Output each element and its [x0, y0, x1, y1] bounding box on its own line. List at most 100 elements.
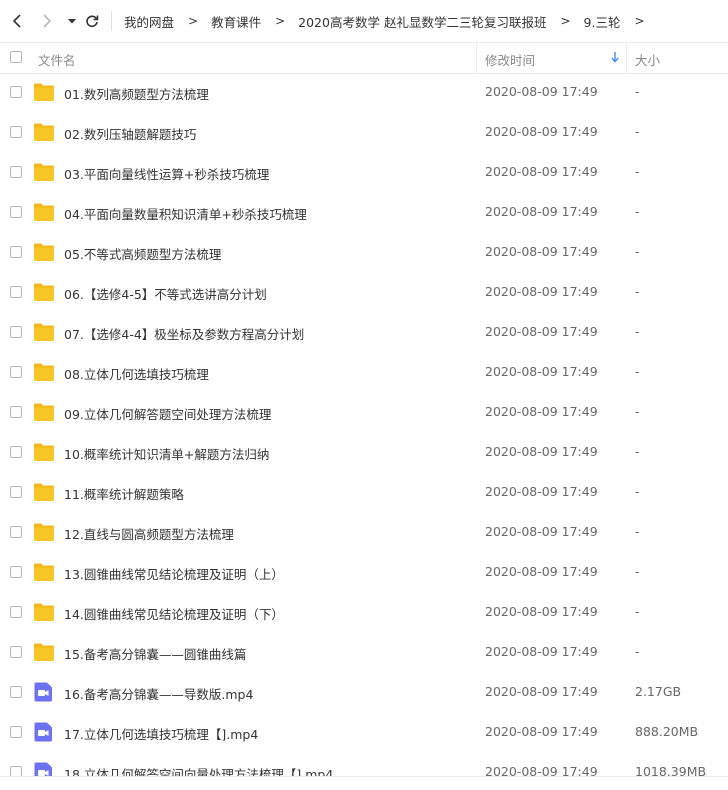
table-row[interactable]: 13.圆锥曲线常见结论梳理及证明（上） 2020-08-09 17:49 -	[0, 552, 728, 592]
table-row[interactable]: 08.立体几何选填技巧梳理 2020-08-09 17:49 -	[0, 352, 728, 392]
breadcrumb: 我的网盘 > 教育课件 >2020高考数学 赵礼显数学二三轮复习联报班 >9.三轮 >	[124, 0, 658, 42]
modified-date: 2020-08-09 17:49	[485, 204, 598, 219]
row-checkbox[interactable]	[10, 646, 22, 658]
table-row[interactable]: 03.平面向量线性运算+秒杀技巧梳理 2020-08-09 17:49 -	[0, 152, 728, 192]
table-row[interactable]: 16.备考高分锦囊——导数版.mp4 2020-08-09 17:49 2.17GB	[0, 672, 728, 712]
file-name[interactable]: 12.直线与圆高频题型方法梳理	[64, 524, 234, 543]
sort-down-arrow-icon[interactable]	[611, 52, 619, 63]
table-row[interactable]: 11.概率统计解题策略 2020-08-09 17:49 -	[0, 472, 728, 512]
file-name[interactable]: 15.备考高分锦囊——圆锥曲线篇	[64, 644, 246, 663]
row-checkbox[interactable]	[10, 446, 22, 458]
file-size: -	[635, 444, 640, 459]
row-checkbox[interactable]	[10, 486, 22, 498]
refresh-button[interactable]	[82, 11, 102, 31]
file-size: -	[635, 84, 640, 99]
row-checkbox[interactable]	[10, 166, 22, 178]
file-name[interactable]: 10.概率统计知识清单+解题方法归纳	[64, 444, 269, 463]
file-size: -	[635, 284, 640, 299]
table-row[interactable]: 12.直线与圆高频题型方法梳理 2020-08-09 17:49 -	[0, 512, 728, 552]
row-checkbox[interactable]	[10, 286, 22, 298]
breadcrumb-item[interactable]: 我的网盘	[124, 12, 174, 31]
breadcrumb-item[interactable]: 9.三轮	[584, 12, 621, 31]
status-bar	[0, 776, 728, 790]
row-checkbox[interactable]	[10, 566, 22, 578]
column-divider[interactable]	[626, 43, 627, 73]
folder-icon	[33, 162, 55, 182]
modified-date: 2020-08-09 17:49	[485, 604, 598, 619]
file-name[interactable]: 17.立体几何选填技巧梳理【].mp4	[64, 724, 258, 743]
table-row[interactable]: 05.不等式高频题型方法梳理 2020-08-09 17:49 -	[0, 232, 728, 272]
column-header-size[interactable]: 大小	[635, 50, 660, 69]
folder-icon	[33, 242, 55, 262]
modified-date: 2020-08-09 17:49	[485, 524, 598, 539]
file-size: -	[635, 164, 640, 179]
file-name[interactable]: 08.立体几何选填技巧梳理	[64, 364, 209, 383]
breadcrumb-item[interactable]: 教育课件	[211, 12, 261, 31]
file-name[interactable]: 02.数列压轴题解题技巧	[64, 124, 196, 143]
file-name[interactable]: 13.圆锥曲线常见结论梳理及证明（上）	[64, 564, 284, 583]
table-row[interactable]: 17.立体几何选填技巧梳理【].mp4 2020-08-09 17:49 888.2…	[0, 712, 728, 752]
row-checkbox[interactable]	[10, 686, 22, 698]
folder-icon	[33, 402, 55, 422]
file-name[interactable]: 09.立体几何解答题空间处理方法梳理	[64, 404, 271, 423]
folder-icon	[33, 322, 55, 342]
modified-date: 2020-08-09 17:49	[485, 164, 598, 179]
row-checkbox[interactable]	[10, 86, 22, 98]
table-row[interactable]: 10.概率统计知识清单+解题方法归纳 2020-08-09 17:49 -	[0, 432, 728, 472]
table-header: 文件名 修改时间 大小	[0, 42, 728, 74]
file-name[interactable]: 03.平面向量线性运算+秒杀技巧梳理	[64, 164, 269, 183]
table-row[interactable]: 04.平面向量数量积知识清单+秒杀技巧梳理 2020-08-09 17:49 -	[0, 192, 728, 232]
file-name[interactable]: 05.不等式高频题型方法梳理	[64, 244, 221, 263]
column-header-name[interactable]: 文件名	[38, 50, 76, 69]
column-header-date[interactable]: 修改时间	[485, 50, 535, 69]
table-row[interactable]: 09.立体几何解答题空间处理方法梳理 2020-08-09 17:49 -	[0, 392, 728, 432]
folder-icon	[33, 122, 55, 142]
file-name[interactable]: 11.概率统计解题策略	[64, 484, 184, 503]
history-dropdown-button[interactable]	[62, 11, 82, 31]
file-name[interactable]: 01.数列高频题型方法梳理	[64, 84, 209, 103]
file-list: 01.数列高频题型方法梳理 2020-08-09 17:49 - 02.数列压轴题解题…	[0, 72, 728, 790]
chevron-left-icon	[12, 14, 21, 28]
row-checkbox[interactable]	[10, 326, 22, 338]
modified-date: 2020-08-09 17:49	[485, 644, 598, 659]
row-checkbox[interactable]	[10, 606, 22, 618]
breadcrumb-item[interactable]: 2020高考数学 赵礼显数学二三轮复习联报班	[298, 12, 546, 31]
table-row[interactable]: 06.【选修4-5】不等式选讲高分计划 2020-08-09 17:49 -	[0, 272, 728, 312]
file-size: -	[635, 644, 640, 659]
table-row[interactable]: 14.圆锥曲线常见结论梳理及证明（下） 2020-08-09 17:49 -	[0, 592, 728, 632]
modified-date: 2020-08-09 17:49	[485, 564, 598, 579]
modified-date: 2020-08-09 17:49	[485, 364, 598, 379]
file-size: -	[635, 244, 640, 259]
file-size: -	[635, 404, 640, 419]
toolbar: 我的网盘 > 教育课件 >2020高考数学 赵礼显数学二三轮复习联报班 >9.三轮 >	[0, 0, 728, 42]
modified-date: 2020-08-09 17:49	[485, 124, 598, 139]
row-checkbox[interactable]	[10, 126, 22, 138]
file-size: -	[635, 564, 640, 579]
file-name[interactable]: 06.【选修4-5】不等式选讲高分计划	[64, 284, 267, 303]
forward-button[interactable]	[37, 11, 57, 31]
file-name[interactable]: 16.备考高分锦囊——导数版.mp4	[64, 684, 253, 703]
file-name[interactable]: 07.【选修4-4】极坐标及参数方程高分计划	[64, 324, 304, 343]
modified-date: 2020-08-09 17:49	[485, 484, 598, 499]
row-checkbox[interactable]	[10, 246, 22, 258]
modified-date: 2020-08-09 17:49	[485, 444, 598, 459]
table-row[interactable]: 07.【选修4-4】极坐标及参数方程高分计划 2020-08-09 17:49 -	[0, 312, 728, 352]
row-checkbox[interactable]	[10, 366, 22, 378]
row-checkbox[interactable]	[10, 406, 22, 418]
row-checkbox[interactable]	[10, 206, 22, 218]
file-name[interactable]: 04.平面向量数量积知识清单+秒杀技巧梳理	[64, 204, 307, 223]
file-name[interactable]: 14.圆锥曲线常见结论梳理及证明（下）	[64, 604, 284, 623]
table-row[interactable]: 01.数列高频题型方法梳理 2020-08-09 17:49 -	[0, 72, 728, 112]
table-row[interactable]: 02.数列压轴题解题技巧 2020-08-09 17:49 -	[0, 112, 728, 152]
back-button[interactable]	[8, 11, 28, 31]
column-divider[interactable]	[476, 43, 477, 73]
modified-date: 2020-08-09 17:49	[485, 84, 598, 99]
file-size: -	[635, 524, 640, 539]
file-size: -	[635, 204, 640, 219]
row-checkbox[interactable]	[10, 726, 22, 738]
table-row[interactable]: 15.备考高分锦囊——圆锥曲线篇 2020-08-09 17:49 -	[0, 632, 728, 672]
select-all-checkbox[interactable]	[10, 51, 22, 63]
row-checkbox[interactable]	[10, 526, 22, 538]
file-size: -	[635, 364, 640, 379]
breadcrumb-separator: >	[560, 14, 571, 28]
